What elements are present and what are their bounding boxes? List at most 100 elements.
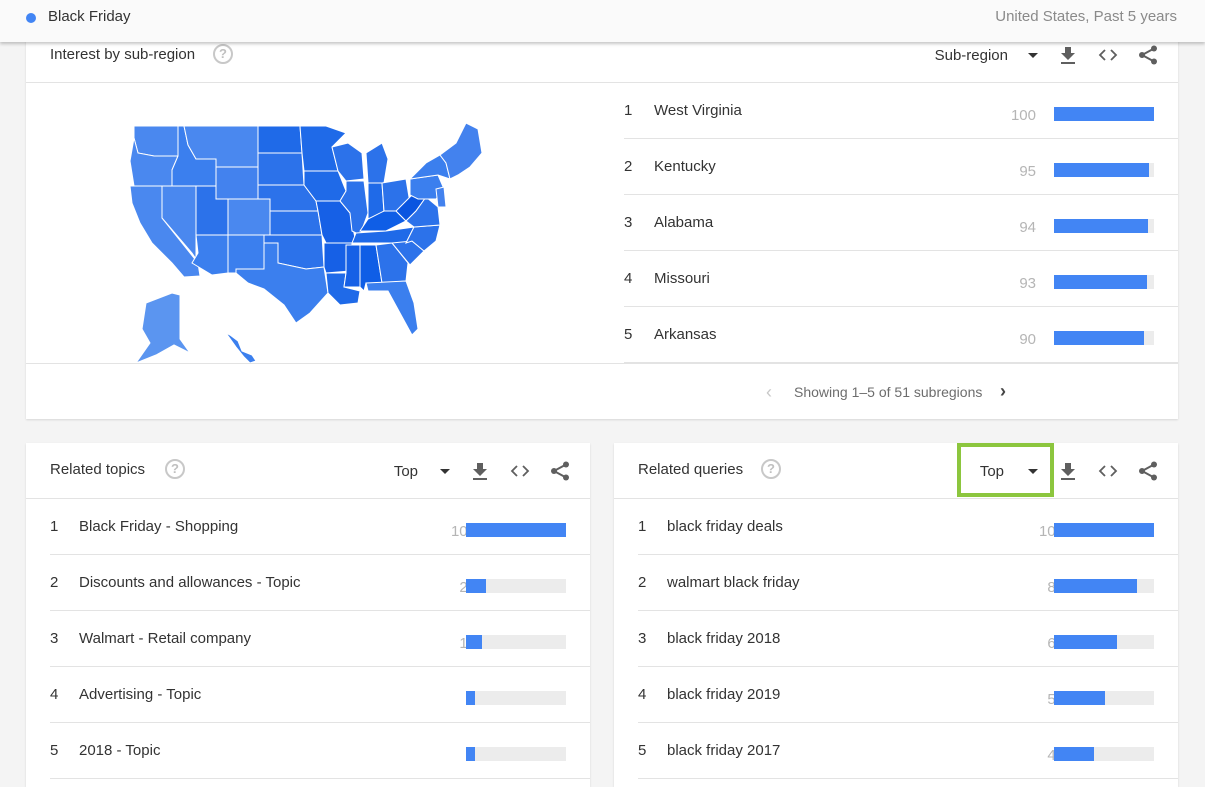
share-button[interactable] — [1138, 461, 1158, 481]
map-state-nm[interactable] — [227, 234, 265, 274]
rank-number: 2 — [638, 574, 647, 591]
value-bar-track — [466, 747, 566, 761]
subregion-dropdown[interactable]: Sub-region — [935, 47, 1038, 64]
value-bar-track — [1054, 275, 1154, 289]
list-item[interactable]: 3Walmart - Retail company16 — [50, 611, 590, 667]
list-item[interactable]: 4 Missouri 93 — [624, 251, 1178, 307]
item-value: 95 — [1019, 163, 1036, 180]
list-item[interactable]: 3 Alabama 94 — [624, 195, 1178, 251]
card-title: Related topics — [50, 461, 146, 478]
embed-button[interactable] — [510, 461, 530, 481]
item-label[interactable]: Kentucky — [654, 158, 716, 175]
map-state-mi[interactable] — [365, 142, 389, 184]
list-item[interactable]: 1 Black Friday - Shopping 100 — [50, 499, 590, 555]
value-bar-fill — [1054, 579, 1137, 593]
item-label[interactable]: Discounts and allowances - Topic — [79, 574, 301, 591]
item-label[interactable]: black friday 2017 — [667, 742, 780, 759]
list-item[interactable]: 1 black friday deals 100 — [638, 499, 1178, 555]
help-icon[interactable]: ? — [761, 459, 781, 479]
us-choropleth-map[interactable] — [26, 83, 624, 365]
map-state-hi[interactable] — [225, 332, 257, 364]
value-bar-track — [466, 635, 566, 649]
map-state-ks[interactable] — [269, 210, 323, 236]
download-button[interactable] — [1058, 45, 1078, 65]
share-button[interactable] — [1138, 45, 1158, 65]
download-button[interactable] — [470, 461, 490, 481]
item-label[interactable]: Black Friday - Shopping — [79, 518, 238, 535]
rank-number: 5 — [638, 742, 647, 759]
value-bar-fill — [466, 747, 475, 761]
rank-number: 3 — [638, 630, 647, 647]
related-topics-card: Related topics ? Top 1 Black Friday - Sho… — [26, 443, 590, 787]
value-bar-track — [1054, 747, 1154, 761]
rank-number: 5 — [50, 742, 59, 759]
us-map[interactable] — [26, 83, 624, 365]
caret-down-icon — [440, 468, 450, 474]
item-label[interactable]: black friday 2019 — [667, 686, 780, 703]
download-icon — [473, 463, 487, 480]
item-label[interactable]: walmart black friday — [667, 574, 800, 591]
list-item[interactable]: 3black friday 201863 — [638, 611, 1178, 667]
item-label[interactable]: Missouri — [654, 270, 710, 287]
previous-page-button[interactable]: ‹ — [766, 382, 772, 403]
list-item[interactable]: 2walmart black friday83 — [638, 555, 1178, 611]
map-state-ms[interactable] — [343, 244, 361, 288]
item-label[interactable]: 2018 - Topic — [79, 742, 160, 759]
item-label[interactable]: black friday 2018 — [667, 630, 780, 647]
list-item[interactable]: 5 Arkansas 90 — [624, 307, 1178, 363]
item-label[interactable]: Alabama — [654, 214, 713, 231]
map-state-nd[interactable] — [257, 125, 303, 154]
value-bar-track — [466, 579, 566, 593]
next-page-button[interactable]: › — [1000, 381, 1006, 402]
list-item[interactable]: 5black friday 201740 — [638, 723, 1178, 779]
value-bar-track — [1054, 331, 1154, 345]
value-bar-track — [1054, 219, 1154, 233]
list-item[interactable]: 4black friday 201951 — [638, 667, 1178, 723]
list-item[interactable]: 2 Kentucky 95 — [624, 139, 1178, 195]
value-bar-fill — [1054, 747, 1094, 761]
rank-number: 1 — [638, 518, 647, 535]
value-bar-fill — [466, 523, 566, 537]
interest-by-subregion-card: Interest by sub-region ? Sub-region 1 We… — [26, 27, 1178, 419]
help-icon[interactable]: ? — [213, 44, 233, 64]
list-item[interactable]: 52018 - Topic9 — [50, 723, 590, 779]
map-state-fl[interactable] — [365, 280, 419, 336]
value-bar-track — [1054, 523, 1154, 537]
pagination: ‹ Showing 1–5 of 51 subregions › — [26, 363, 1178, 419]
rank-number: 2 — [50, 574, 59, 591]
item-label[interactable]: Walmart - Retail company — [79, 630, 251, 647]
related-queries-card: Related queries ? Top 1 black friday deal… — [614, 443, 1178, 787]
map-state-wy[interactable] — [215, 166, 259, 200]
download-icon — [1061, 47, 1075, 64]
map-state-co[interactable] — [227, 198, 271, 236]
list-item[interactable]: 2Discounts and allowances - Topic20 — [50, 555, 590, 611]
share-button[interactable] — [550, 461, 570, 481]
value-bar-track — [466, 691, 566, 705]
item-label[interactable]: Arkansas — [654, 326, 717, 343]
map-state-wa[interactable] — [133, 125, 179, 157]
item-label[interactable]: West Virginia — [654, 102, 742, 119]
map-state-ak[interactable] — [134, 292, 191, 365]
list-item[interactable]: 4Advertising - Topic9 — [50, 667, 590, 723]
embed-button[interactable] — [1098, 461, 1118, 481]
topics-type-dropdown[interactable]: Top — [394, 463, 450, 480]
embed-icon — [510, 465, 530, 477]
queries-type-dropdown[interactable]: Top — [980, 463, 1038, 480]
item-label[interactable]: black friday deals — [667, 518, 783, 535]
list-item[interactable]: 1 West Virginia 100 — [624, 83, 1178, 139]
help-icon[interactable]: ? — [165, 459, 185, 479]
term-color-dot — [26, 13, 36, 23]
item-label[interactable]: Advertising - Topic — [79, 686, 201, 703]
map-state-nj-md-de[interactable] — [435, 186, 447, 208]
value-bar-track — [1054, 635, 1154, 649]
download-button[interactable] — [1058, 461, 1078, 481]
embed-icon — [1098, 465, 1118, 477]
value-bar-fill — [1054, 523, 1154, 537]
search-term: Black Friday — [48, 8, 131, 25]
related-topics-list: 1 Black Friday - Shopping 100 2 Discounts an… — [50, 499, 590, 779]
value-bar-fill — [1054, 163, 1149, 177]
card-header: Related topics ? Top — [26, 443, 590, 499]
map-state-sd[interactable] — [257, 152, 305, 186]
embed-button[interactable] — [1098, 45, 1118, 65]
value-bar-fill — [466, 691, 475, 705]
